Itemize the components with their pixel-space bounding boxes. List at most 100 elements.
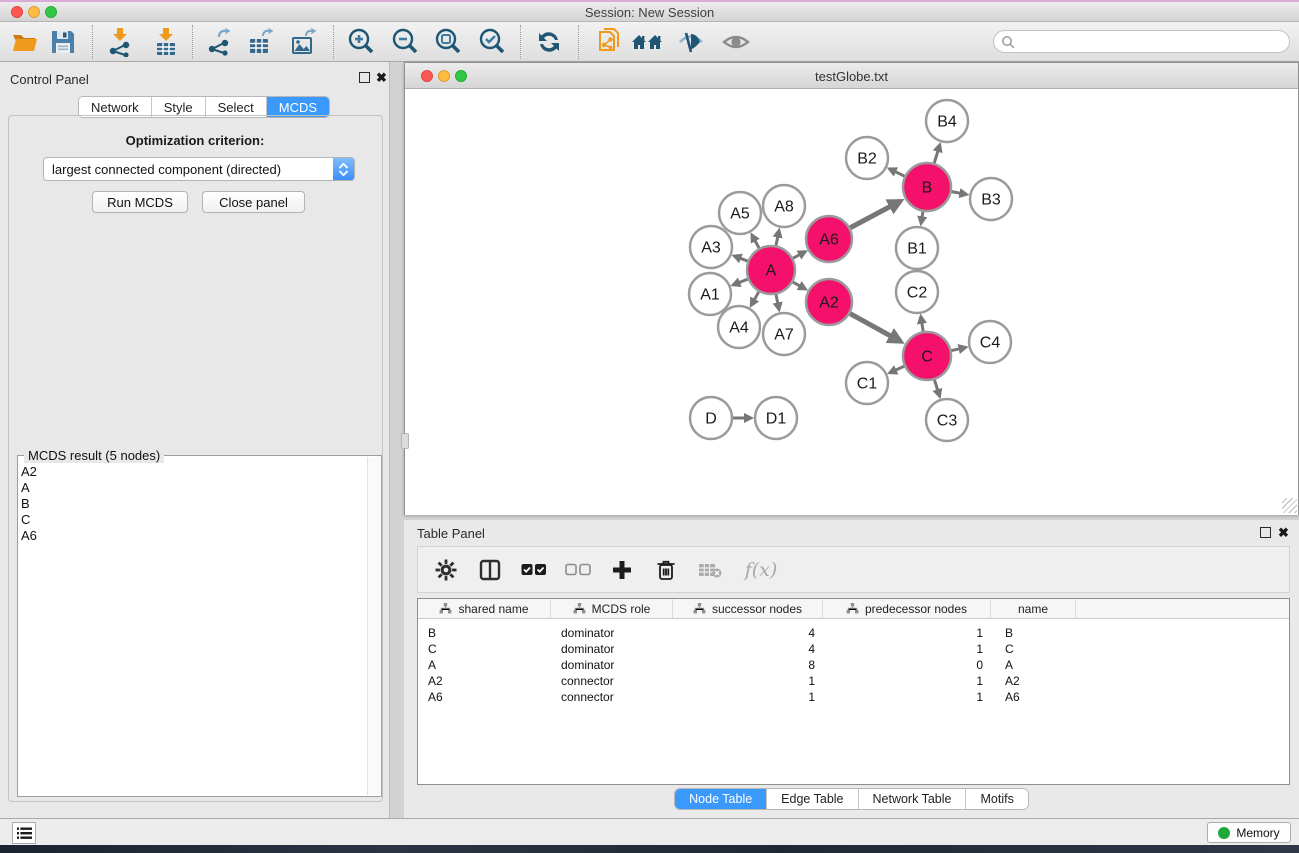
column-header[interactable]: name bbox=[991, 599, 1076, 618]
tab-node-table[interactable]: Node Table bbox=[675, 789, 767, 809]
splitter-handle[interactable] bbox=[401, 433, 409, 449]
resize-grip-icon[interactable] bbox=[1282, 498, 1297, 513]
graph-edge[interactable] bbox=[733, 279, 748, 285]
zoom-selected-icon[interactable] bbox=[474, 24, 510, 60]
delete-table-icon[interactable] bbox=[694, 554, 726, 586]
scrollbar-track[interactable] bbox=[367, 457, 380, 795]
settings-gear-icon[interactable] bbox=[430, 554, 462, 586]
graph-edge[interactable] bbox=[793, 252, 805, 259]
save-session-icon[interactable] bbox=[45, 24, 81, 60]
mcds-result-legend: MCDS result (5 nodes) bbox=[24, 448, 164, 463]
float-panel-icon[interactable] bbox=[359, 72, 370, 83]
export-network-icon[interactable] bbox=[201, 24, 237, 60]
column-header[interactable]: MCDS role bbox=[551, 599, 673, 618]
graph-node-label: D1 bbox=[766, 411, 787, 428]
network-canvas[interactable]: B4B2BB3A8A5A6A3B1AC2A1A2A4A7C4CC1C3DD1 bbox=[405, 90, 1298, 515]
tab-network-table[interactable]: Network Table bbox=[859, 789, 967, 809]
tab-select[interactable]: Select bbox=[206, 97, 267, 117]
graph-edge[interactable] bbox=[934, 145, 940, 164]
column-header[interactable]: shared name bbox=[418, 599, 551, 618]
graph-node-label: A5 bbox=[730, 206, 750, 223]
graph-node-label: A bbox=[766, 263, 777, 280]
list-item[interactable]: A2 bbox=[21, 464, 365, 480]
graph-edge[interactable] bbox=[776, 294, 779, 309]
zoom-out-icon[interactable] bbox=[387, 24, 423, 60]
graph-edge[interactable] bbox=[921, 316, 923, 331]
close-panel-button[interactable]: Close panel bbox=[202, 191, 305, 213]
graph-node-label: A8 bbox=[774, 199, 794, 216]
deselect-all-icon[interactable] bbox=[562, 554, 594, 586]
tab-style[interactable]: Style bbox=[152, 97, 206, 117]
mcds-result-list[interactable]: A2 A B C A6 bbox=[21, 464, 365, 793]
select-all-icon[interactable] bbox=[518, 554, 550, 586]
node-table[interactable]: shared name MCDS role successor nodes pr… bbox=[417, 598, 1290, 785]
delete-column-icon[interactable] bbox=[650, 554, 682, 586]
graph-edge[interactable] bbox=[952, 192, 967, 195]
network-view-window: testGlobe.txt B4B2BB3A8A5A6A3B1AC2A1A2A4… bbox=[404, 62, 1299, 515]
workspace: Control Panel ✖ Network Style Select MCD… bbox=[0, 62, 1299, 818]
search-icon bbox=[1001, 35, 1015, 49]
fx-label: f(x) bbox=[745, 559, 778, 581]
main-toolbar bbox=[0, 22, 1299, 62]
tab-motifs[interactable]: Motifs bbox=[966, 789, 1027, 809]
list-item[interactable]: B bbox=[21, 496, 365, 512]
graph-edge[interactable] bbox=[889, 169, 904, 176]
list-item[interactable]: A6 bbox=[21, 528, 365, 544]
graph-edge[interactable] bbox=[776, 230, 779, 245]
search-input[interactable] bbox=[1015, 31, 1289, 52]
graph-edge[interactable] bbox=[889, 366, 904, 373]
graph-edge[interactable] bbox=[951, 347, 966, 350]
home-icon[interactable] bbox=[629, 24, 665, 60]
column-manager-icon[interactable] bbox=[474, 554, 506, 586]
graph-edge[interactable] bbox=[752, 235, 759, 248]
mcds-result-box: MCDS result (5 nodes) A2 A B C A6 bbox=[17, 455, 382, 797]
column-header[interactable]: predecessor nodes bbox=[823, 599, 991, 618]
column-header-empty bbox=[1076, 599, 1289, 618]
list-icon bbox=[17, 827, 32, 840]
import-network-icon[interactable] bbox=[102, 24, 138, 60]
show-graphics-icon[interactable] bbox=[718, 24, 754, 60]
criterion-dropdown[interactable]: largest connected component (directed) bbox=[43, 157, 355, 181]
column-header[interactable]: successor nodes bbox=[673, 599, 823, 618]
zoom-in-icon[interactable] bbox=[343, 24, 379, 60]
table-toolbar: f(x) bbox=[417, 546, 1290, 593]
zoom-fit-icon[interactable] bbox=[430, 24, 466, 60]
close-panel-icon[interactable]: ✖ bbox=[376, 72, 387, 83]
network-graph[interactable]: B4B2BB3A8A5A6A3B1AC2A1A2A4A7C4CC1C3DD1 bbox=[405, 90, 1298, 515]
search-field[interactable] bbox=[993, 30, 1290, 53]
export-image-icon[interactable] bbox=[286, 24, 322, 60]
tab-network[interactable]: Network bbox=[79, 97, 152, 117]
graph-edge[interactable] bbox=[751, 292, 759, 306]
table-row[interactable]: C dominator 4 1 C bbox=[418, 641, 1289, 657]
list-item[interactable]: C bbox=[21, 512, 365, 528]
run-mcds-button[interactable]: Run MCDS bbox=[92, 191, 188, 213]
hide-graphics-icon[interactable] bbox=[673, 24, 709, 60]
graph-edge[interactable] bbox=[734, 256, 748, 261]
task-history-button[interactable] bbox=[12, 822, 36, 844]
table-row[interactable]: A2 connector 1 1 A2 bbox=[418, 673, 1289, 689]
graph-edge[interactable] bbox=[793, 282, 806, 289]
function-builder-icon[interactable]: f(x) bbox=[738, 554, 784, 586]
toolbar-separator bbox=[578, 25, 579, 59]
network-window-titlebar[interactable]: testGlobe.txt bbox=[405, 63, 1298, 89]
float-panel-icon[interactable] bbox=[1260, 527, 1271, 538]
table-row[interactable]: A dominator 8 0 A bbox=[418, 657, 1289, 673]
add-column-icon[interactable] bbox=[606, 554, 638, 586]
graph-edge[interactable] bbox=[934, 380, 939, 397]
close-panel-icon[interactable]: ✖ bbox=[1278, 527, 1289, 538]
import-table-icon[interactable] bbox=[148, 24, 184, 60]
graph-edge[interactable] bbox=[921, 212, 923, 224]
export-table-icon[interactable] bbox=[243, 24, 279, 60]
tab-edge-table[interactable]: Edge Table bbox=[767, 789, 858, 809]
graph-edge[interactable] bbox=[850, 314, 901, 342]
refresh-icon[interactable] bbox=[531, 24, 567, 60]
open-session-icon[interactable] bbox=[7, 24, 43, 60]
session-from-network-icon[interactable] bbox=[592, 24, 628, 60]
table-row[interactable]: B dominator 4 1 B bbox=[418, 625, 1289, 641]
memory-button[interactable]: Memory bbox=[1207, 822, 1291, 843]
tab-mcds[interactable]: MCDS bbox=[267, 97, 329, 117]
list-item[interactable]: A bbox=[21, 480, 365, 496]
table-row[interactable]: A6 connector 1 1 A6 bbox=[418, 689, 1289, 705]
graph-node-label: A3 bbox=[701, 240, 721, 257]
graph-edge[interactable] bbox=[850, 201, 900, 228]
